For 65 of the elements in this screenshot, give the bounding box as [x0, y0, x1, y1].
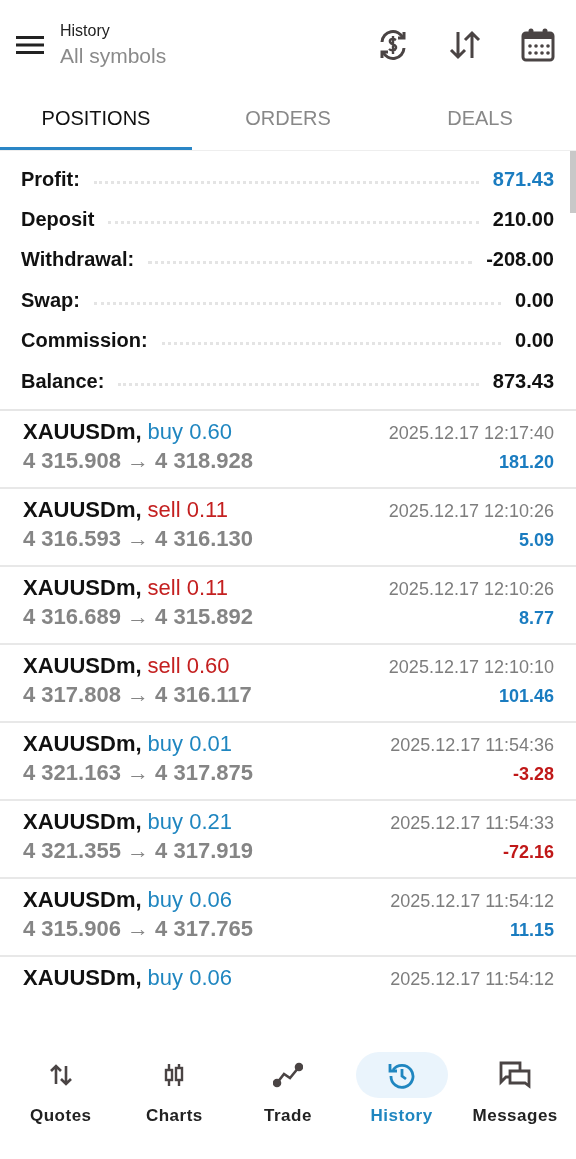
trade-type: buy 0.01: [147, 731, 232, 758]
close-time: 2025.12.17 11:54:36: [390, 735, 554, 757]
summary-label: Deposit: [21, 208, 95, 232]
summary-value: 0.00: [515, 329, 554, 353]
summary-value: 873.43: [492, 369, 554, 393]
symbol-name: XAUUSDm,: [23, 887, 142, 914]
summary-value: 871.43: [492, 167, 554, 191]
profit-value: -72.16: [502, 842, 554, 864]
close-time: 2025.12.17 12:10:26: [388, 501, 554, 523]
close-time: 2025.12.17 11:54:12: [390, 969, 554, 991]
trade-type: buy 0.06: [147, 887, 232, 914]
close-time: 2025.12.17 12:17:40: [388, 423, 554, 445]
close-time: 2025.12.17 11:54:12: [390, 891, 554, 913]
tab[interactable]: POSITIONS: [0, 90, 192, 150]
symbol-name: XAUUSDm,: [23, 731, 142, 758]
sort-icon[interactable]: [448, 28, 482, 62]
trade-type: sell 0.11: [147, 497, 228, 524]
summary-label: Swap:: [21, 288, 80, 312]
tab[interactable]: DEALS: [384, 90, 576, 150]
symbol-name: XAUUSDm,: [23, 965, 142, 992]
profit-value: 5.09: [518, 530, 554, 552]
price-range: 4 315.908 → 4 318.928: [23, 448, 253, 475]
close-time: 2025.12.17 11:54:33: [390, 813, 554, 835]
screen-title: History: [60, 22, 111, 40]
price-range: 4 321.355 → 4 317.919: [23, 838, 253, 865]
summary-label: Commission:: [21, 329, 148, 353]
price-range: 4 316.593 → 4 316.130: [23, 526, 253, 553]
profit-value: 8.77: [518, 608, 554, 630]
symbol-filter[interactable]: All symbols: [60, 44, 167, 68]
profit-value: -3.28: [512, 764, 554, 786]
trade-type: sell 0.11: [147, 575, 228, 602]
trade-type: buy 0.21: [147, 809, 232, 836]
symbol-name: XAUUSDm,: [23, 419, 142, 446]
trade-type: sell 0.60: [147, 653, 230, 680]
close-time: 2025.12.17 12:10:10: [388, 657, 554, 679]
profit-value: 101.46: [498, 686, 554, 708]
price-range: 4 321.163 → 4 317.875: [23, 760, 253, 787]
symbol-name: XAUUSDm,: [23, 653, 142, 680]
summary-label: Withdrawal:: [21, 248, 135, 272]
tab[interactable]: ORDERS: [192, 90, 384, 150]
nav-item[interactable]: Charts: [117, 1052, 232, 1126]
scrollbar[interactable]: [570, 151, 576, 213]
summary-label: Profit:: [21, 167, 80, 191]
menu-icon[interactable]: [16, 35, 44, 55]
summary-value: 0.00: [515, 288, 554, 312]
summary-label: Balance:: [21, 369, 105, 393]
trade-type: buy 0.60: [147, 419, 232, 446]
summary-value: 210.00: [492, 208, 554, 232]
close-time: 2025.12.17 12:10:26: [388, 579, 554, 601]
nav-item[interactable]: Trade: [231, 1052, 345, 1126]
symbol-name: XAUUSDm,: [23, 497, 142, 524]
symbol-name: XAUUSDm,: [23, 575, 142, 602]
calendar-icon[interactable]: [520, 27, 556, 63]
symbol-name: XAUUSDm,: [23, 809, 142, 836]
profit-value: 181.20: [498, 452, 554, 474]
trade-type: buy 0.06: [147, 965, 232, 992]
summary-value: -208.00: [486, 248, 554, 272]
price-range: 4 315.906 → 4 317.765: [23, 916, 253, 943]
price-range: 4 317.808 → 4 316.117: [23, 682, 252, 709]
price-range: 4 316.689 → 4 315.892: [23, 604, 253, 631]
profit-value: 11.15: [509, 920, 554, 942]
nav-item[interactable]: Quotes: [4, 1052, 118, 1126]
nav-item[interactable]: Messages: [458, 1052, 572, 1126]
chat-icon: [498, 1060, 533, 1090]
line-chart-icon: [273, 1062, 303, 1088]
